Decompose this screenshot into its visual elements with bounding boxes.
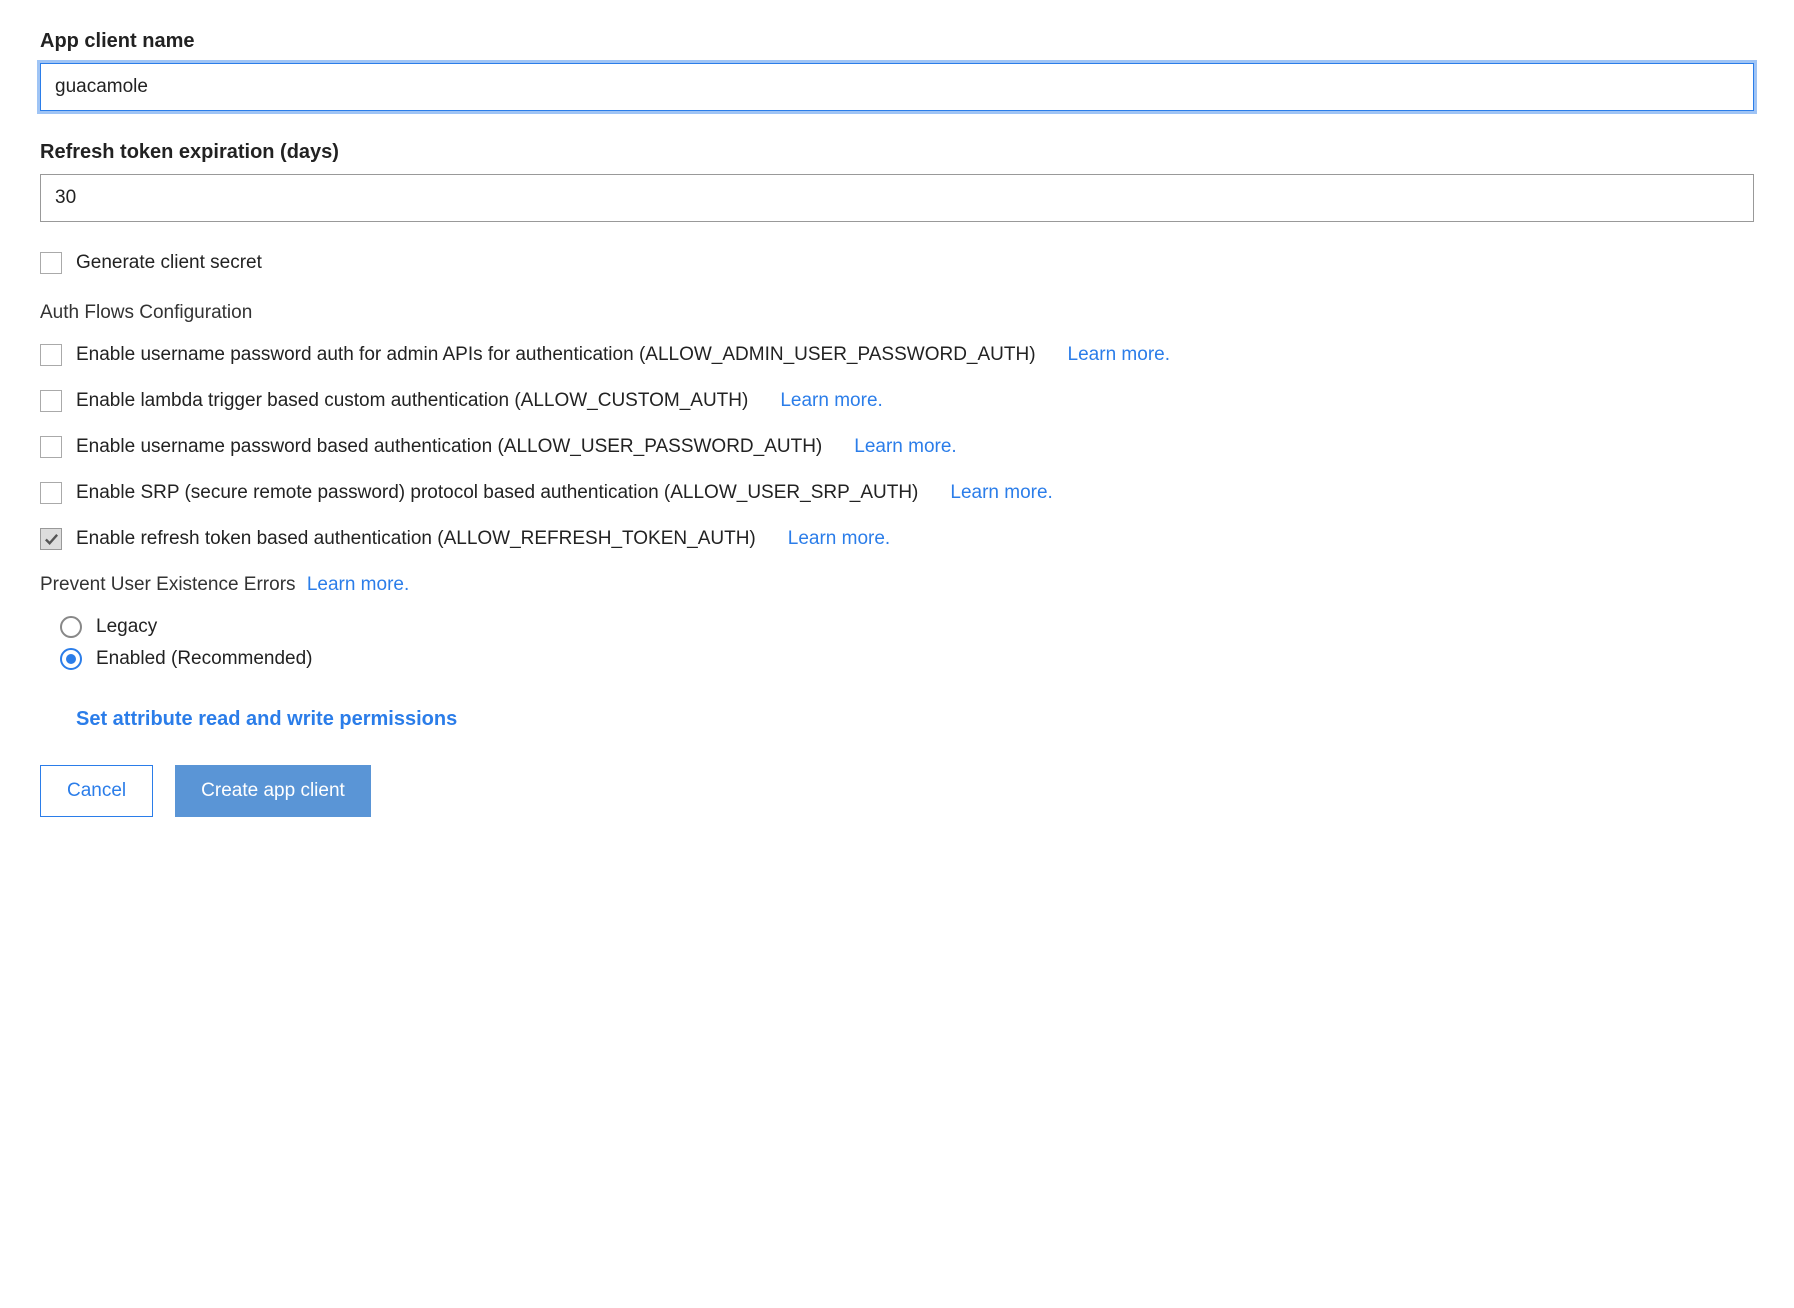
generate-client-secret-label: Generate client secret [76,252,262,274]
auth-flow-learn-more-link[interactable]: Learn more. [854,436,956,458]
auth-flows-title: Auth Flows Configuration [40,302,1754,324]
check-icon [44,532,59,547]
app-client-name-group: App client name [40,30,1754,111]
prevent-user-existence-title: Prevent User Existence Errors Learn more… [40,574,1754,596]
auth-flow-label: Enable SRP (secure remote password) prot… [76,482,918,504]
auth-flow-checkbox[interactable] [40,436,62,458]
auth-flow-row: Enable username password auth for admin … [40,344,1754,366]
radio-button[interactable] [60,648,82,670]
auth-flow-row: Enable refresh token based authenticatio… [40,528,1754,550]
auth-flow-label: Enable refresh token based authenticatio… [76,528,756,550]
auth-flow-row: Enable username password based authentic… [40,436,1754,458]
app-client-name-input[interactable] [40,63,1754,111]
auth-flow-label: Enable lambda trigger based custom authe… [76,390,748,412]
refresh-token-expiration-input[interactable] [40,174,1754,222]
auth-flow-label: Enable username password auth for admin … [76,344,1036,366]
refresh-token-expiration-group: Refresh token expiration (days) [40,141,1754,222]
auth-flow-learn-more-link[interactable]: Learn more. [780,390,882,412]
set-attribute-permissions-link[interactable]: Set attribute read and write permissions [76,708,457,731]
radio-dot-icon [66,654,76,664]
auth-flow-label: Enable username password based authentic… [76,436,822,458]
generate-client-secret-checkbox[interactable] [40,252,62,274]
auth-flow-row: Enable lambda trigger based custom authe… [40,390,1754,412]
button-row: Cancel Create app client [40,765,1754,817]
radio-button[interactable] [60,616,82,638]
generate-client-secret-row: Generate client secret [40,252,1754,274]
auth-flow-learn-more-link[interactable]: Learn more. [950,482,1052,504]
app-client-name-label: App client name [40,30,1754,53]
prevent-user-existence-label: Prevent User Existence Errors [40,574,296,595]
prevent-user-existence-option: Enabled (Recommended) [60,648,1754,670]
radio-label: Enabled (Recommended) [96,648,313,670]
auth-flow-row: Enable SRP (secure remote password) prot… [40,482,1754,504]
prevent-user-existence-learn-more-link[interactable]: Learn more. [307,574,409,595]
prevent-user-existence-option: Legacy [60,616,1754,638]
auth-flow-checkbox[interactable] [40,482,62,504]
auth-flow-learn-more-link[interactable]: Learn more. [1068,344,1170,366]
auth-flow-checkbox[interactable] [40,528,62,550]
auth-flow-checkbox[interactable] [40,344,62,366]
radio-label: Legacy [96,616,157,638]
create-app-client-button[interactable]: Create app client [175,765,371,817]
auth-flow-checkbox[interactable] [40,390,62,412]
auth-flow-learn-more-link[interactable]: Learn more. [788,528,890,550]
cancel-button[interactable]: Cancel [40,765,153,817]
refresh-token-expiration-label: Refresh token expiration (days) [40,141,1754,164]
